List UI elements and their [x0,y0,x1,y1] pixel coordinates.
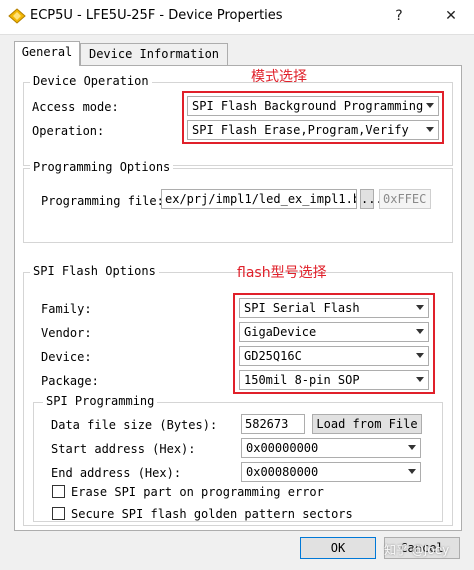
secure-spi-label: Secure SPI flash golden pattern sectors [71,507,353,521]
checksum-value: 0xFFEC [383,192,427,206]
end-address-label: End address (Hex): [51,466,182,480]
close-icon: ✕ [445,8,457,24]
end-address-select[interactable]: 0x00080000 [241,462,421,482]
family-label: Family: [41,302,92,316]
programming-file-label: Programming file: [41,194,164,208]
flash-model-annotation: flash型号选择 [237,265,327,281]
start-address-label: Start address (Hex): [51,442,196,456]
help-icon: ? [395,8,403,24]
erase-spi-label: Erase SPI part on programming error [71,485,324,499]
window-title: ECP5U - LFE5U-25F - Device Properties [30,8,283,23]
zhihu-watermark: 知乎 @Joey [384,543,450,557]
tab-panel-general: Device Operation Access mode: SPI Flash … [14,65,462,531]
data-file-size-value: 582673 [245,417,289,431]
load-from-file-button[interactable]: Load from File [312,414,422,434]
package-label: Package: [41,374,99,388]
chevron-down-icon [408,469,416,474]
start-address-select[interactable]: 0x00000000 [241,438,421,458]
start-address-value: 0x00000000 [246,441,319,455]
flash-model-highlight [233,293,435,394]
title-bar: ECP5U - LFE5U-25F - Device Properties ? … [0,0,474,34]
dialog-body: General Device Information Device Operat… [0,34,474,570]
app-diamond-icon [8,8,26,24]
browse-button[interactable]: ... [360,189,383,209]
end-address-value: 0x00080000 [246,465,319,479]
programming-file-input[interactable]: ex/prj/impl1/led_ex_impl1.bit [161,189,357,209]
spi-flash-options-title: SPI Flash Options [30,264,159,278]
checksum-field: 0xFFEC [379,189,431,209]
data-file-size-label: Data file size (Bytes): [51,418,218,432]
close-button[interactable]: ✕ [440,6,462,26]
tab-device-information[interactable]: Device Information [80,43,228,65]
tab-general[interactable]: General [14,41,80,66]
chevron-down-icon [408,445,416,450]
spi-programming-title: SPI Programming [43,394,158,408]
secure-spi-checkbox[interactable] [52,507,65,520]
ok-button[interactable]: OK [300,537,376,559]
help-button[interactable]: ? [388,6,410,26]
device-label: Device: [41,350,92,364]
vendor-label: Vendor: [41,326,92,340]
programming-options-title: Programming Options [30,160,174,174]
operation-label: Operation: [32,124,105,138]
access-mode-label: Access mode: [32,100,119,114]
mode-selection-highlight [182,91,444,144]
programming-file-value: ex/prj/impl1/led_ex_impl1.bit [165,192,357,206]
mode-selection-annotation: 模式选择 [251,69,307,85]
data-file-size-field[interactable]: 582673 [241,414,305,434]
erase-spi-checkbox[interactable] [52,485,65,498]
device-operation-title: Device Operation [30,74,152,88]
